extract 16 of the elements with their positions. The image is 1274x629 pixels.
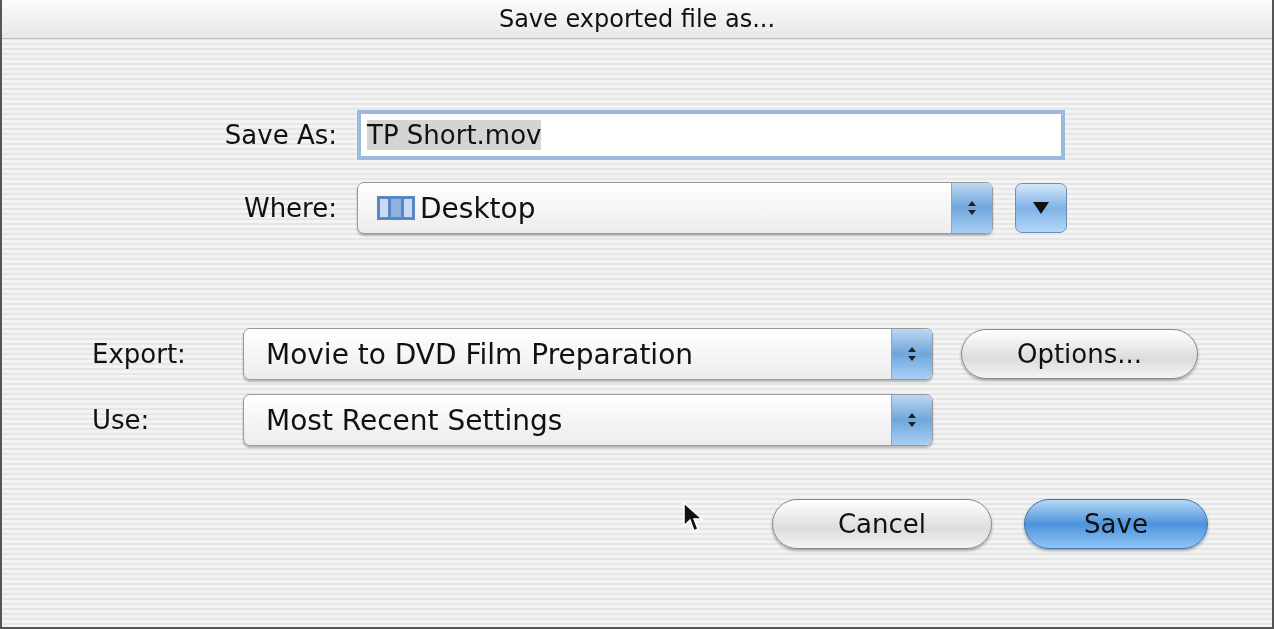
where-label: Where: [242,193,337,223]
save-as-label: Save As: [223,120,337,150]
save-button[interactable]: Save [1024,499,1208,549]
cancel-button[interactable]: Cancel [772,499,992,549]
pointer-icon [683,502,703,534]
location-popup[interactable]: Desktop [357,182,993,234]
settings-popup[interactable]: Most Recent Settings [243,394,933,446]
export-label: Export: [91,339,187,369]
triangle-icon [1031,200,1051,216]
window-title: Save exported file as... [498,5,776,33]
use-label: Use: [91,405,151,435]
export-popup[interactable]: Movie to DVD Film Preparation [243,328,933,380]
expand-button[interactable] [1015,183,1067,233]
file-name-field[interactable]: TP Short.mov [357,110,1065,160]
folder-icon [376,195,416,221]
options-button[interactable]: Options... [961,329,1198,379]
